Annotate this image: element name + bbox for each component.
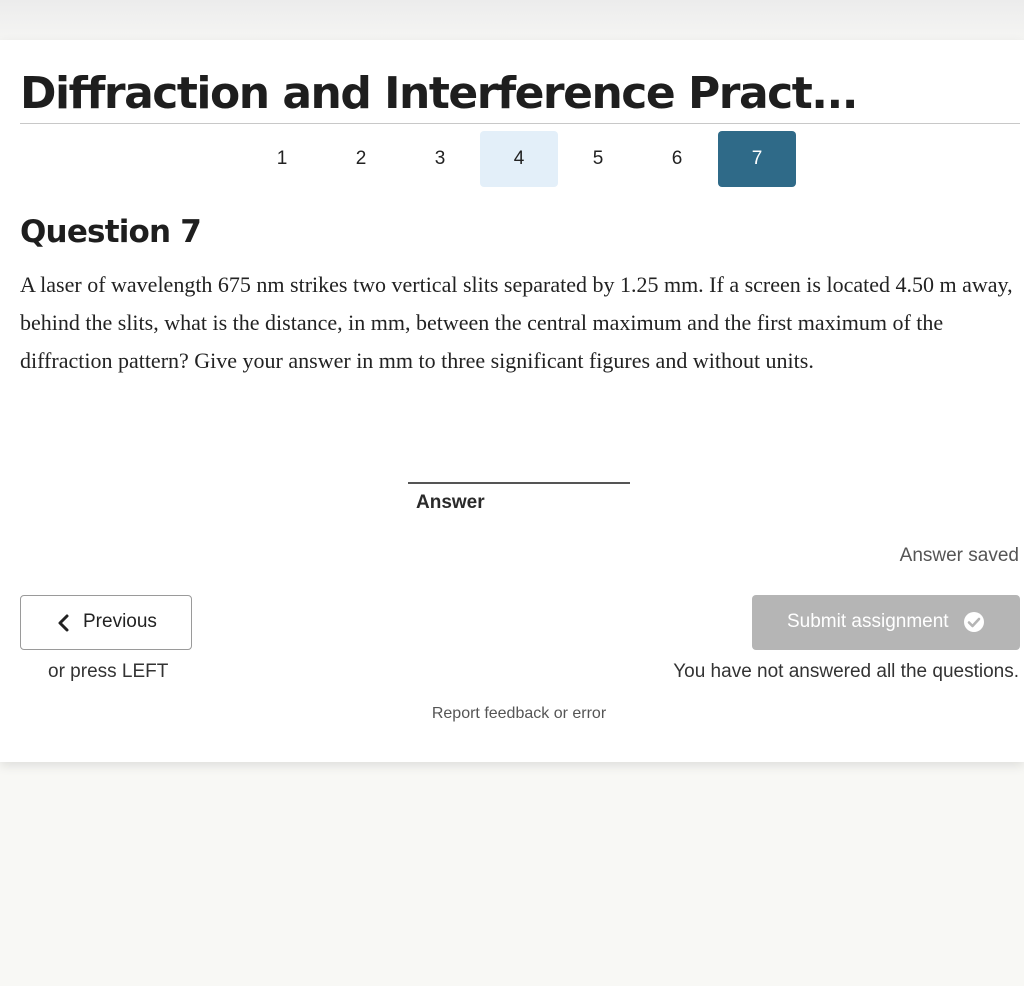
report-feedback-link[interactable]: Report feedback or error [0,705,1024,723]
page-button-7[interactable]: 7 [718,131,796,187]
question-text: A laser of wavelength 675 nm strikes two… [20,272,1013,373]
browser-top-strip [0,0,1024,40]
check-circle-icon [964,612,984,632]
submit-assignment-button[interactable]: Submit assignment [752,595,1020,650]
previous-button[interactable]: Previous [20,595,192,650]
title-divider [20,123,1020,124]
page-button-4[interactable]: 4 [480,131,558,187]
assignment-card: Diffraction and Interference Pract... 1 … [0,40,1024,762]
previous-button-label: Previous [83,611,157,632]
page-button-2[interactable]: 2 [322,131,400,187]
answer-label: Answer [416,492,485,513]
assignment-title: Diffraction and Interference Pract... [20,68,858,119]
page-button-3[interactable]: 3 [401,131,479,187]
keyboard-hint: or press LEFT [48,661,169,682]
page-button-1[interactable]: 1 [243,131,321,187]
page-button-6[interactable]: 6 [638,131,716,187]
submit-warning: You have not answered all the questions. [673,661,1019,682]
chevron-left-icon [58,614,69,632]
answer-saved-status: Answer saved [899,545,1019,566]
question-pagination: 1 2 3 4 5 6 7 [0,131,1024,187]
question-title: Question 7 [20,214,202,250]
submit-button-label: Submit assignment [787,611,949,632]
answer-input[interactable] [408,460,630,484]
page-button-5[interactable]: 5 [559,131,637,187]
